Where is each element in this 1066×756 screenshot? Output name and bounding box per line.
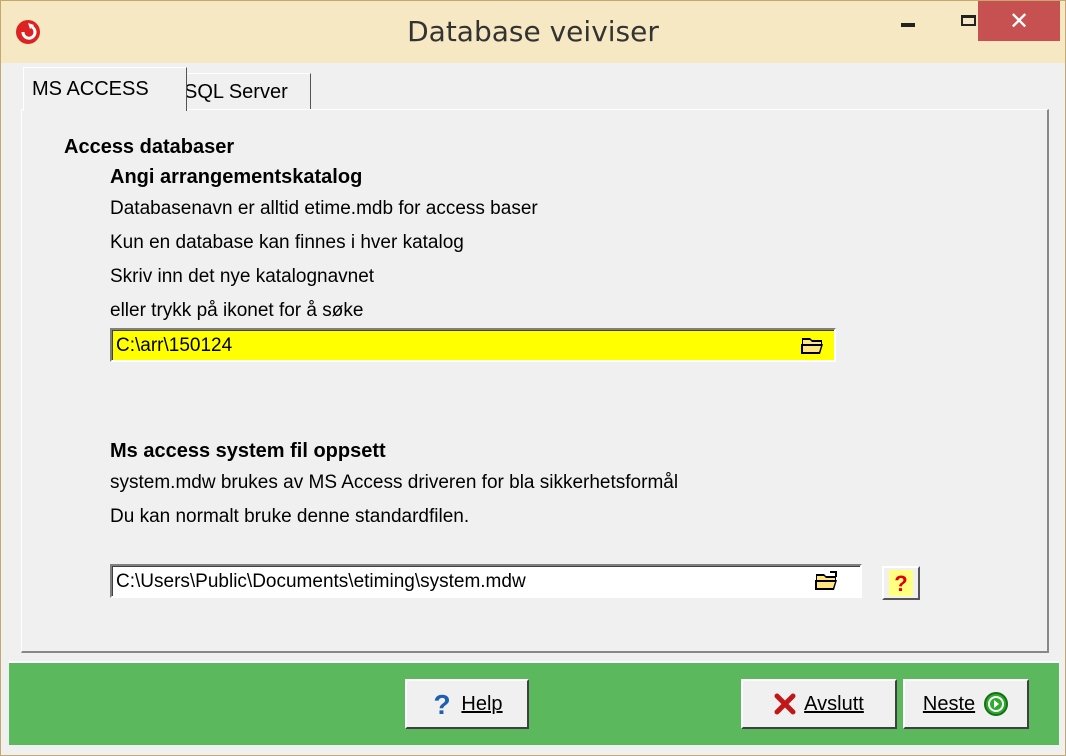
exit-label: Avslutt <box>804 692 864 715</box>
tab-ms-access[interactable]: MS ACCESS <box>23 67 187 111</box>
tab-panel: Access databaser Angi arrangementskatalo… <box>21 109 1049 653</box>
open-file-icon <box>815 571 837 590</box>
access-heading: Access databaser <box>64 136 235 158</box>
catalog-heading: Angi arrangementskatalog <box>110 166 363 188</box>
tab-sql-server[interactable]: SQL Server <box>175 73 311 110</box>
client-area: MS ACCESS SQL Server Access databaser An… <box>9 63 1059 749</box>
open-folder-icon <box>801 338 823 354</box>
system-info-line: Du kan normalt bruke denne standardfilen… <box>110 506 470 527</box>
catalog-path-input[interactable] <box>112 330 760 362</box>
question-icon: ? <box>889 570 913 596</box>
system-path-field <box>110 564 862 598</box>
system-file-help-button[interactable]: ? <box>882 566 920 600</box>
maximize-icon <box>960 14 976 26</box>
button-bar: ? Help Avslutt Neste <box>9 661 1059 745</box>
cancel-x-icon <box>774 693 796 715</box>
browse-folder-button[interactable] <box>798 332 828 358</box>
help-icon: ? <box>434 690 451 718</box>
system-path-input[interactable] <box>112 566 760 598</box>
catalog-info-line: Databasenavn er alltid etime.mdb for acc… <box>110 198 538 219</box>
next-button[interactable]: Neste <box>903 679 1029 729</box>
browse-file-button[interactable] <box>812 568 842 594</box>
system-file-heading: Ms access system fil oppsett <box>110 440 386 462</box>
system-info-line: system.mdw brukes av MS Access driveren … <box>110 472 679 493</box>
close-icon: ✕ <box>1008 7 1030 35</box>
catalog-info-line: Kun en database kan finnes i hver katalo… <box>110 232 464 253</box>
svg-text:?: ? <box>894 571 907 596</box>
title-bar[interactable]: Database veiviser ✕ <box>1 1 1065 63</box>
next-arrow-icon <box>984 692 1009 716</box>
svg-text:?: ? <box>434 690 451 718</box>
next-label: Neste <box>922 692 976 715</box>
help-label: Help <box>461 692 503 715</box>
minimize-icon <box>901 23 915 27</box>
minimize-button[interactable] <box>878 1 938 39</box>
catalog-info-line: Skriv inn det nye katalognavnet <box>110 266 375 287</box>
help-button[interactable]: ? Help <box>405 679 529 729</box>
catalog-path-field <box>110 328 836 362</box>
catalog-info-line: eller trykk på ikonet for å søke <box>110 300 364 321</box>
wizard-window: Database veiviser ✕ MS ACCESS SQL Server… <box>0 0 1066 756</box>
close-button[interactable]: ✕ <box>978 1 1060 41</box>
exit-button[interactable]: Avslutt <box>741 679 897 729</box>
